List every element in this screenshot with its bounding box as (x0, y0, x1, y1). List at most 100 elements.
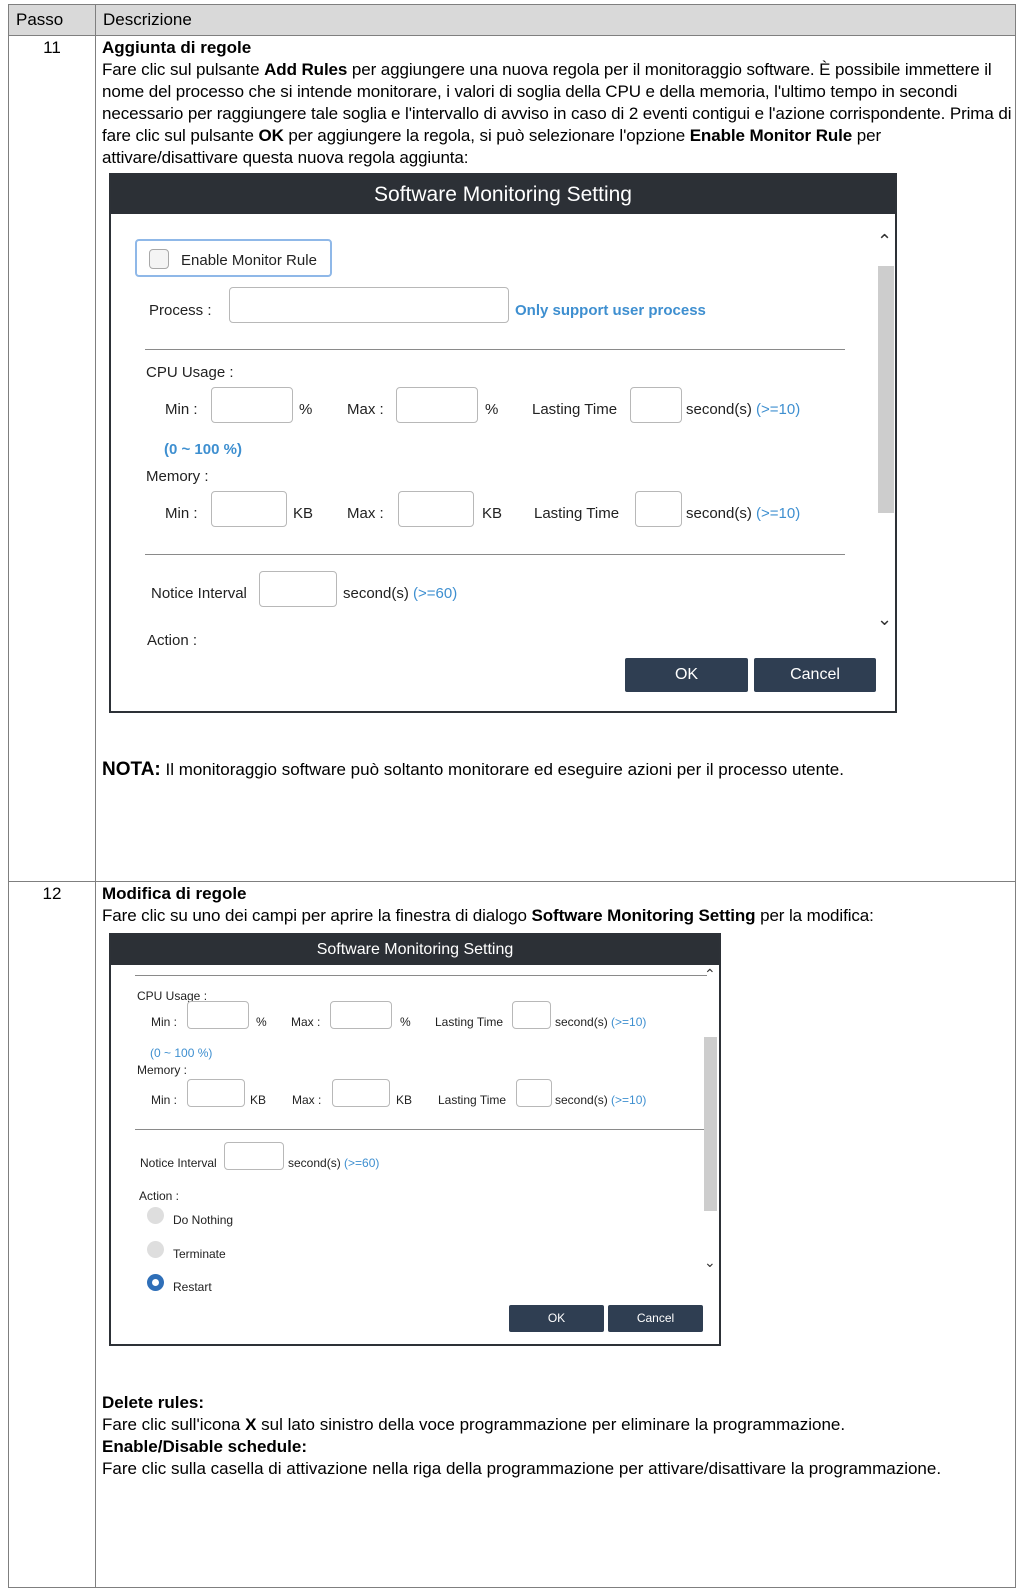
cpu-max-input[interactable] (396, 387, 478, 423)
memory-min-input[interactable] (187, 1079, 245, 1107)
divider (135, 1129, 707, 1130)
memory-max-label: Max : (292, 1093, 322, 1107)
divider (135, 975, 707, 976)
action-label: Action : (147, 632, 198, 649)
step-paragraph: Fare clic sul pulsante Add Rules per agg… (102, 59, 1015, 169)
process-label: Process : (149, 302, 212, 319)
memory-max-unit: KB (482, 505, 503, 522)
notice-interval-input[interactable] (259, 571, 337, 607)
text-strong: X (245, 1415, 257, 1434)
notice-interval-label: Notice Interval (140, 1156, 217, 1170)
memory-max-input[interactable] (332, 1079, 390, 1107)
step-heading: Modifica di regole (102, 884, 247, 903)
seconds-text: second(s) (343, 585, 409, 602)
cpu-min-label: Min : (165, 401, 198, 418)
text-strong: OK (258, 126, 284, 145)
seconds-text: second(s) (555, 1015, 608, 1029)
dialog-body: CPU Usage : Min : % Max : % Lasting Time… (111, 965, 719, 1344)
cpu-min-input[interactable] (211, 387, 293, 423)
software-monitoring-dialog: Software Monitoring Setting Enable Monit… (109, 173, 897, 713)
cancel-button[interactable]: Cancel (754, 658, 876, 692)
seconds-text: second(s) (288, 1156, 341, 1170)
scrollbar[interactable] (704, 1037, 717, 1211)
scroll-up-icon[interactable]: ⌃ (877, 230, 892, 252)
memory-lasting-time-input[interactable] (635, 491, 682, 527)
text: sul lato sinistro della voce programmazi… (256, 1415, 846, 1434)
memory-max-input[interactable] (398, 491, 474, 527)
text-strong: Enable Monitor Rule (689, 126, 853, 145)
cpu-lasting-time-input[interactable] (630, 387, 682, 423)
text: per la modifica: (755, 906, 874, 925)
cpu-usage-label: CPU Usage : (146, 364, 234, 381)
memory-max-label: Max : (347, 505, 384, 522)
cpu-seconds-label: second(s) (>=10) (555, 1011, 646, 1033)
action-do-nothing-radio[interactable] (147, 1207, 164, 1224)
memory-seconds-label: second(s) (>=10) (555, 1089, 646, 1111)
scrollbar[interactable] (878, 266, 894, 513)
table-row: 12 Modifica di regole Fare clic su uno d… (9, 882, 1015, 1587)
min-hint: (>=10) (756, 505, 801, 522)
cpu-min-input[interactable] (187, 1001, 249, 1029)
cpu-max-label: Max : (347, 401, 384, 418)
cpu-min-label: Min : (151, 1015, 178, 1029)
divider (145, 349, 845, 350)
ok-button[interactable]: OK (625, 658, 748, 692)
cpu-lasting-time-label: Lasting Time (435, 1015, 504, 1029)
process-hint: Only support user process (515, 302, 706, 319)
cpu-max-unit: % (400, 1015, 411, 1029)
step-description: Modifica di regole Fare clic su uno dei … (96, 882, 1015, 1587)
header-step: Passo (9, 5, 96, 35)
enable-monitor-rule-checkbox[interactable]: Enable Monitor Rule (135, 239, 332, 277)
action-label: Action : (139, 1189, 180, 1203)
notice-interval-input[interactable] (224, 1142, 284, 1170)
action-restart-label: Restart (173, 1280, 212, 1294)
min-hint: (>=10) (611, 1093, 647, 1107)
cancel-button[interactable]: Cancel (608, 1305, 703, 1332)
seconds-text: second(s) (686, 505, 752, 522)
notice-seconds-label: second(s) (>=60) (288, 1152, 379, 1174)
memory-min-input[interactable] (211, 491, 287, 527)
memory-label: Memory : (146, 468, 209, 485)
scroll-down-icon[interactable]: ⌄ (877, 608, 892, 630)
software-monitoring-dialog-edit: Software Monitoring Setting CPU Usage : … (109, 933, 721, 1346)
step-heading: Aggiunta di regole (102, 38, 252, 57)
step-description: Aggiunta di regole Fare clic sul pulsant… (96, 36, 1015, 881)
action-terminate-radio[interactable] (147, 1241, 164, 1258)
cpu-max-input[interactable] (330, 1001, 392, 1029)
text: Fare clic sul pulsante (102, 60, 265, 79)
action-terminate-label: Terminate (173, 1247, 226, 1261)
scroll-up-icon[interactable]: ⌃ (704, 963, 716, 985)
note-text: Il monitoraggio software può soltanto mo… (160, 760, 844, 779)
scroll-down-icon[interactable]: ⌄ (704, 1251, 716, 1273)
enable-schedule-heading: Enable/Disable schedule: (102, 1437, 308, 1456)
note-label: NOTA: (102, 759, 161, 780)
memory-lasting-time-label: Lasting Time (438, 1093, 507, 1107)
table-header: Passo Descrizione (9, 5, 1015, 36)
enable-schedule-text: Fare clic sulla casella di attivazione n… (102, 1459, 942, 1478)
step-number: 11 (9, 36, 96, 881)
min-hint: (>=10) (611, 1015, 647, 1029)
dialog-title: Software Monitoring Setting (111, 175, 895, 214)
text: Fare clic su uno dei campi per aprire la… (102, 906, 532, 925)
memory-lasting-time-input[interactable] (516, 1079, 552, 1107)
cpu-min-unit: % (256, 1015, 267, 1029)
note: NOTA: Il monitoraggio software può solta… (102, 759, 1015, 781)
divider (145, 554, 845, 555)
ok-button[interactable]: OK (509, 1305, 604, 1332)
enable-monitor-rule-label: Enable Monitor Rule (181, 252, 317, 269)
action-restart-radio[interactable] (147, 1274, 164, 1291)
memory-min-unit: KB (293, 505, 314, 522)
min-hint: (>=60) (344, 1156, 380, 1170)
process-input[interactable] (229, 287, 509, 323)
header-description: Descrizione (103, 10, 192, 29)
delete-rules-text: Fare clic sull'icona X sul lato sinistro… (102, 1414, 1015, 1436)
steps-table: Passo Descrizione 11 Aggiunta di regole … (8, 4, 1016, 1588)
cpu-max-unit: % (485, 401, 499, 418)
cpu-lasting-time-input[interactable] (512, 1001, 551, 1029)
cpu-range-hint: (0 ~ 100 %) (164, 441, 242, 458)
seconds-text: second(s) (555, 1093, 608, 1107)
memory-min-label: Min : (151, 1093, 178, 1107)
text: per aggiungere la regola, si può selezio… (283, 126, 690, 145)
cpu-lasting-time-label: Lasting Time (532, 401, 618, 418)
text-strong: Software Monitoring Setting (531, 906, 756, 925)
